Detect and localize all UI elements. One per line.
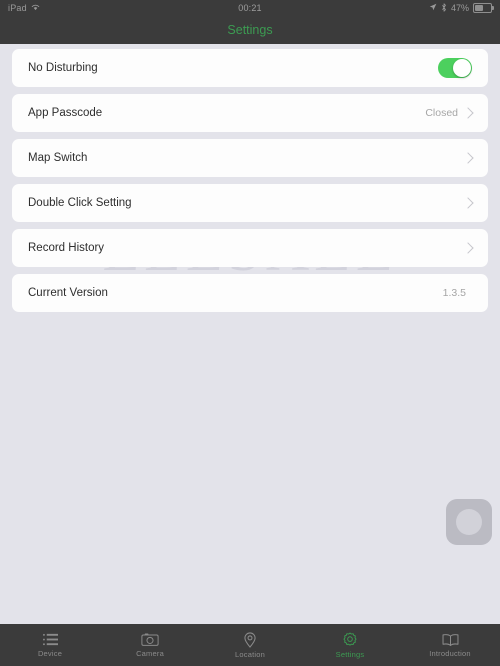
settings-list: No Disturbing App Passcode Closed Map Sw… — [0, 44, 500, 312]
row-label: App Passcode — [28, 107, 103, 119]
row-label: Record History — [28, 242, 105, 254]
tab-label: Settings — [335, 649, 365, 659]
book-icon — [441, 633, 460, 647]
page-title: Settings — [227, 23, 273, 37]
status-bar-right: 47% — [429, 2, 494, 14]
row-label: Current Version — [28, 287, 108, 299]
camera-icon — [141, 632, 159, 647]
clock-label: 00:21 — [238, 3, 262, 13]
tab-label: Device — [37, 649, 63, 658]
settings-screen: iPad 00:21 47% Settings No Disturbing Ap… — [0, 0, 500, 666]
settings-row-map-switch[interactable]: Map Switch — [12, 139, 488, 177]
content-area: ELESALE No Disturbing App Passcode Close… — [0, 44, 500, 624]
assistive-touch-ring-icon — [456, 509, 482, 535]
row-label: Double Click Setting — [28, 197, 132, 209]
no-disturbing-toggle[interactable] — [438, 58, 472, 78]
battery-icon — [473, 3, 494, 13]
tab-introduction[interactable]: Introduction — [400, 633, 500, 658]
chevron-right-icon — [462, 152, 474, 164]
status-bar: iPad 00:21 47% — [0, 0, 500, 16]
tab-label: Camera — [136, 649, 164, 658]
tab-settings[interactable]: Settings — [300, 632, 400, 659]
gear-icon — [342, 632, 358, 648]
battery-percent-label: 47% — [450, 3, 469, 13]
list-icon — [42, 632, 59, 647]
tab-bar: Device Camera Location Settings Introduc… — [0, 624, 500, 666]
row-value: Closed — [425, 107, 458, 119]
settings-row-app-passcode[interactable]: App Passcode Closed — [12, 94, 488, 132]
map-pin-icon — [243, 632, 257, 648]
tab-camera[interactable]: Camera — [100, 632, 200, 658]
tab-location[interactable]: Location — [200, 632, 300, 659]
row-value: 1.3.5 — [442, 287, 466, 299]
chevron-right-icon — [462, 197, 474, 209]
chevron-right-icon — [462, 242, 474, 254]
row-label: Map Switch — [28, 152, 88, 164]
settings-row-double-click-setting[interactable]: Double Click Setting — [12, 184, 488, 222]
settings-row-record-history[interactable]: Record History — [12, 229, 488, 267]
location-arrow-icon — [429, 3, 437, 13]
tab-device[interactable]: Device — [0, 632, 100, 658]
tab-label: Introduction — [429, 648, 471, 658]
settings-row-no-disturbing[interactable]: No Disturbing — [12, 49, 488, 87]
tab-label: Location — [235, 649, 265, 659]
row-label: No Disturbing — [28, 62, 98, 74]
assistive-touch-button[interactable] — [446, 499, 492, 545]
chevron-right-icon — [462, 107, 474, 119]
settings-row-current-version: Current Version 1.3.5 — [12, 274, 488, 312]
bluetooth-icon — [441, 2, 447, 14]
nav-bar: Settings — [0, 16, 500, 44]
